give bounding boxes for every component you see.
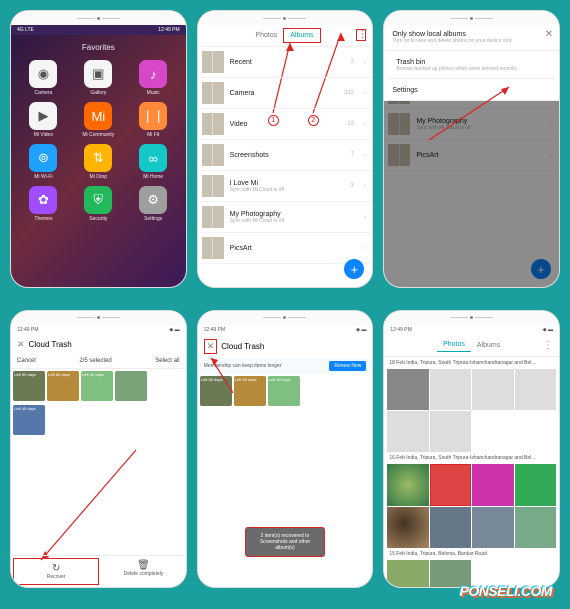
photo[interactable]	[515, 507, 556, 548]
date-header: 15 Feb India, Tripura, Belonia, Bankar R…	[384, 548, 559, 560]
panel-cloud-trash-toast: 12:49 PM◆ ▬ ✕Cloud Trash Membership can …	[197, 310, 374, 588]
date-header: 16 Feb India, Tripura, South Tripura-Ish…	[384, 452, 559, 464]
renew-button[interactable]: Renew Now	[329, 361, 366, 371]
panel-sheet: PhotosAlbums Screenshots 7› I Love MiSyn…	[383, 10, 560, 288]
recover-button[interactable]: ↻Recover	[13, 558, 99, 585]
app-gallery[interactable]: ▣ Gallery	[84, 60, 112, 96]
album-row[interactable]: Video 13›	[198, 109, 373, 140]
close-icon[interactable]: ✕	[204, 339, 218, 354]
more-icon[interactable]: ⋮	[543, 340, 553, 351]
cloud-trash-title: Cloud Trash	[29, 340, 72, 349]
thumb-item[interactable]: Left 60 days	[47, 371, 79, 401]
app-settings[interactable]: ⚙ Settings	[139, 186, 167, 222]
watermark: PONSELI.COM	[459, 583, 552, 599]
album-row[interactable]: Recent 2›	[198, 47, 373, 78]
panel-photos-recovered: 12:49 PM◆ ▬ Photos Albums ⋮ 18 Feb India…	[383, 310, 560, 588]
thumb-item[interactable]: Left 45 days	[13, 405, 45, 435]
option-local-albums[interactable]: Only show local albumsTurn on to view an…	[384, 25, 559, 51]
app-music[interactable]: ♪ Music	[139, 60, 167, 96]
app-camera[interactable]: ◉ Camera	[29, 60, 57, 96]
app-mi wi-fi[interactable]: ⊚ Mi Wi-Fi	[29, 144, 57, 180]
photo[interactable]	[387, 411, 428, 452]
photo[interactable]	[515, 464, 556, 505]
selection-count: 2/5 selected	[79, 358, 111, 364]
delete-button[interactable]: 🗑Delete completely	[101, 556, 185, 587]
app-security[interactable]: ⛨ Security	[84, 186, 112, 222]
app-mi community[interactable]: Mi Mi Community	[82, 102, 114, 138]
app-mi home[interactable]: ∞ Mi Home	[139, 144, 167, 180]
carrier: 4G LTE	[17, 27, 34, 33]
app-themes[interactable]: ✿ Themes	[29, 186, 57, 222]
thumb-item[interactable]: Left 40 days	[268, 376, 300, 406]
cancel-button[interactable]: Cancel	[17, 358, 36, 364]
panel-cloud-trash-select: 12:49 PM◆ ▬ ✕Cloud Trash Cancel 2/5 sele…	[10, 310, 187, 588]
more-icon[interactable]: ⋮	[356, 29, 366, 41]
photo[interactable]	[387, 507, 428, 548]
app-mi video[interactable]: ▶ Mi Video	[29, 102, 57, 138]
photo[interactable]	[387, 369, 428, 410]
photo[interactable]	[430, 369, 471, 410]
album-row[interactable]: Screenshots 7›	[198, 140, 373, 171]
select-all-button[interactable]: Select all	[155, 358, 179, 364]
tab-albums[interactable]: Albums	[471, 339, 506, 352]
time: 12:49 PM	[158, 27, 179, 33]
photo[interactable]	[430, 507, 471, 548]
option-trash-bin[interactable]: Trash binBrowse backed up photos which w…	[388, 53, 555, 79]
date-header: 18 Feb India, Tripura, South Tripura-Ish…	[384, 357, 559, 369]
panel-albums: Photos Albums ⋮ 1 2 Recent 2› Camera 332…	[197, 10, 374, 288]
album-row[interactable]: My PhotographySync with Mi Cloud is off …	[198, 202, 373, 233]
close-icon[interactable]: ✕	[17, 339, 25, 350]
album-row[interactable]: PicsArt ›	[198, 233, 373, 264]
tab-photos[interactable]: Photos	[437, 338, 471, 352]
tab-photos[interactable]: Photos	[249, 29, 283, 42]
panel-home: 4G LTE 12:49 PM Favorites ◉ Camera ▣ Gal…	[10, 10, 187, 288]
app-mi drop[interactable]: ⇅ Mi Drop	[84, 144, 112, 180]
album-row[interactable]: I Love MiSync with Mi Cloud is off 3›	[198, 171, 373, 202]
photo[interactable]	[387, 560, 428, 586]
albums-topbar: Photos Albums ⋮ 1 2	[198, 25, 373, 47]
thumb-item[interactable]: Left 60 days	[234, 376, 266, 406]
app-mi fit[interactable]: ❘❘ Mi Fit	[139, 102, 167, 138]
thumb-item[interactable]: Left 59 days	[13, 371, 45, 401]
thumb-item[interactable]: Left 40 days	[81, 371, 113, 401]
photo[interactable]	[472, 369, 513, 410]
photo[interactable]	[472, 507, 513, 548]
toast-message: 2 item(s) recovered to Screenshots and o…	[245, 527, 325, 557]
thumb-item[interactable]	[115, 371, 147, 401]
photo[interactable]	[472, 464, 513, 505]
photo[interactable]	[430, 464, 471, 505]
home-title: Favorites	[17, 43, 180, 52]
photo[interactable]	[430, 411, 471, 452]
photo[interactable]	[387, 464, 428, 505]
options-sheet: ✕ Only show local albumsTurn on to view …	[384, 25, 559, 101]
photo[interactable]	[515, 369, 556, 410]
album-row[interactable]: Camera 332›	[198, 78, 373, 109]
